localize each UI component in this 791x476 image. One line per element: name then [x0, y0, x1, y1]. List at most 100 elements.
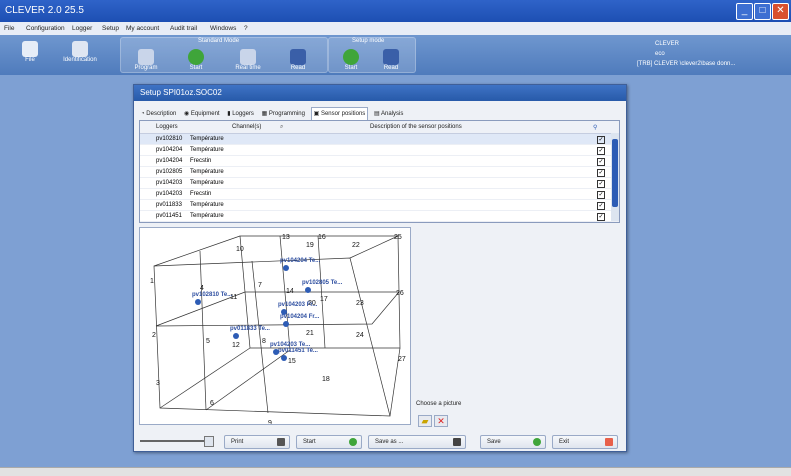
menu-configuration[interactable]: Configuration — [26, 25, 65, 32]
row-checkbox[interactable]: ✓ — [597, 169, 605, 177]
minimize-icon[interactable]: _ — [736, 3, 753, 20]
maximize-icon[interactable]: □ — [754, 3, 771, 20]
sensor-marker-icon[interactable] — [283, 265, 289, 271]
start-dialog-button[interactable]: Start — [296, 435, 362, 449]
sensor-marker-icon[interactable] — [273, 349, 279, 355]
user-group: eco — [655, 51, 665, 57]
tab-equipment[interactable]: ◉ Equipment — [182, 108, 222, 120]
setup-read-button[interactable]: Read — [374, 37, 408, 73]
menu-file[interactable]: File — [4, 25, 14, 32]
header-loggers[interactable]: Loggers — [156, 124, 178, 130]
menu-my-account[interactable]: My account — [126, 25, 159, 32]
delete-picture-icon[interactable]: ✕ — [434, 415, 448, 427]
row-checkbox[interactable]: ✓ — [597, 202, 605, 210]
sensor-label[interactable]: pv104203 Fr... — [278, 302, 318, 308]
sensor-marker-icon[interactable] — [305, 287, 311, 293]
grid-point-number: 8 — [262, 338, 266, 345]
table-row[interactable]: pv011833 Température ✓ — [140, 200, 619, 211]
tab-description[interactable]: ◔ Description — [139, 108, 178, 120]
row-checkbox[interactable]: ✓ — [597, 180, 605, 188]
program-icon — [138, 49, 154, 65]
slider-knob[interactable] — [204, 436, 214, 447]
sensor-label[interactable]: pv011451 Te... — [278, 348, 318, 354]
row-checkbox[interactable]: ✓ — [597, 213, 605, 221]
sensor-marker-icon[interactable] — [283, 321, 289, 327]
program-button[interactable]: Program — [128, 37, 164, 73]
title-bar: CLEVER 2.0 25.5 _ □ ✕ — [0, 0, 791, 22]
header-channels[interactable]: Channel(s) — [232, 124, 261, 130]
table-row[interactable]: pv102805 Température ✓ — [140, 167, 619, 178]
setup-start-label: Start — [344, 65, 358, 71]
grid-point-number: 4 — [200, 285, 204, 292]
menu-logger[interactable]: Logger — [72, 25, 92, 32]
grid-point-number: 12 — [232, 342, 240, 349]
grid-point-number: 1 — [150, 278, 154, 285]
database-path: [TRB] CLEVER \clever2\base donn... — [637, 61, 736, 67]
realtime-button[interactable]: Real time — [228, 37, 268, 73]
sensor-3d-view[interactable]: 1 2 3 4 5 6 7 8 9 10 11 12 13 14 15 16 17 18 19 20 21 22 23 24 2… — [139, 227, 411, 427]
choose-picture-label: Choose a picture — [416, 401, 462, 407]
row-checkbox[interactable]: ✓ — [597, 136, 605, 144]
search-icon[interactable]: ⌕ — [280, 124, 283, 131]
header-description[interactable]: Description of the sensor positions — [370, 124, 462, 130]
row-checkbox[interactable]: ✓ — [597, 158, 605, 166]
scrollbar-thumb[interactable] — [612, 139, 618, 207]
save-button[interactable]: Save — [480, 435, 546, 449]
sensor-label[interactable]: pv104204 Te... — [280, 258, 321, 264]
grid-point-number: 7 — [258, 282, 262, 289]
menu-setup[interactable]: Setup — [102, 25, 119, 32]
sensor-label[interactable]: pv102805 Te... — [302, 280, 343, 286]
exit-button[interactable]: Exit — [552, 435, 618, 449]
table-row[interactable]: pv011451 Température ✓ — [140, 211, 619, 222]
read-button[interactable]: Read — [280, 37, 316, 73]
file-button[interactable]: File — [10, 37, 50, 73]
grid-point-number: 16 — [318, 234, 326, 241]
sensor-label[interactable]: pv104204 Fr... — [280, 314, 320, 320]
tab-loggers[interactable]: ▮ Loggers — [225, 108, 256, 120]
setup-read-label: Read — [383, 65, 399, 71]
grid-point-number: 15 — [288, 358, 296, 365]
file-label: File — [25, 57, 35, 63]
close-icon[interactable]: ✕ — [772, 3, 789, 20]
table-row[interactable]: pv104203 Température ✓ — [140, 178, 619, 189]
sensor-marker-icon[interactable] — [233, 333, 239, 339]
sensor-marker-icon[interactable] — [281, 355, 287, 361]
row-checkbox[interactable]: ✓ — [597, 191, 605, 199]
tab-programming[interactable]: ▦ Programming — [260, 108, 307, 120]
tab-analysis[interactable]: ▤ Analysis — [372, 108, 405, 120]
grid-point-number: 25 — [394, 234, 402, 241]
print-button[interactable]: Print — [224, 435, 290, 449]
tab-equipment-label: Equipment — [190, 111, 220, 117]
table-row[interactable]: pv102810 Température ✓ — [140, 134, 619, 145]
identification-button[interactable]: Identification — [58, 37, 102, 73]
sensor-label[interactable]: pv104203 Te... — [270, 342, 311, 348]
sensor-label[interactable]: pv011833 Te... — [230, 326, 270, 332]
sensor-label[interactable]: pv102810 Te... — [192, 292, 233, 298]
sensor-3d-svg: 1234567891011121314151617181920212223242… — [150, 234, 406, 427]
save-as-button[interactable]: Save as ... — [368, 435, 466, 449]
channel-cell: Température — [190, 169, 224, 175]
table-row[interactable]: pv104204 Température ✓ — [140, 145, 619, 156]
menu-help[interactable]: ? — [244, 25, 248, 32]
logger-cell: pv102805 — [156, 169, 183, 175]
tab-sensor-positions[interactable]: ▣ Sensor positions — [310, 107, 369, 120]
folder-icon[interactable]: ▰ — [418, 415, 432, 427]
grid-point-number: 14 — [286, 288, 294, 295]
setup-start-button[interactable]: Start — [334, 37, 368, 73]
grid-point-number: 5 — [206, 338, 210, 345]
setup-dialog: Setup SPI01oz.SOC02 ◔ Description ◉ Equi… — [133, 84, 627, 452]
menu-bar: File Configuration Logger Setup My accou… — [0, 22, 791, 35]
user-info: CLEVER eco [TRB] CLEVER \clever2\base do… — [637, 39, 787, 69]
start-button[interactable]: Start — [178, 37, 214, 73]
menu-windows[interactable]: Windows — [210, 25, 236, 32]
table-row[interactable]: pv104204 Frecstin ✓ — [140, 156, 619, 167]
logger-cell: pv104203 — [156, 180, 183, 186]
row-checkbox[interactable]: ✓ — [597, 147, 605, 155]
identification-label: Identification — [63, 57, 97, 63]
table-scrollbar[interactable] — [611, 133, 619, 221]
sensor-marker-icon[interactable] — [195, 299, 201, 305]
table-row[interactable]: pv104203 Frecstin ✓ — [140, 189, 619, 200]
file-icon — [22, 41, 38, 57]
zoom-slider[interactable] — [140, 436, 214, 447]
menu-audit-trail[interactable]: Audit trail — [170, 25, 197, 32]
